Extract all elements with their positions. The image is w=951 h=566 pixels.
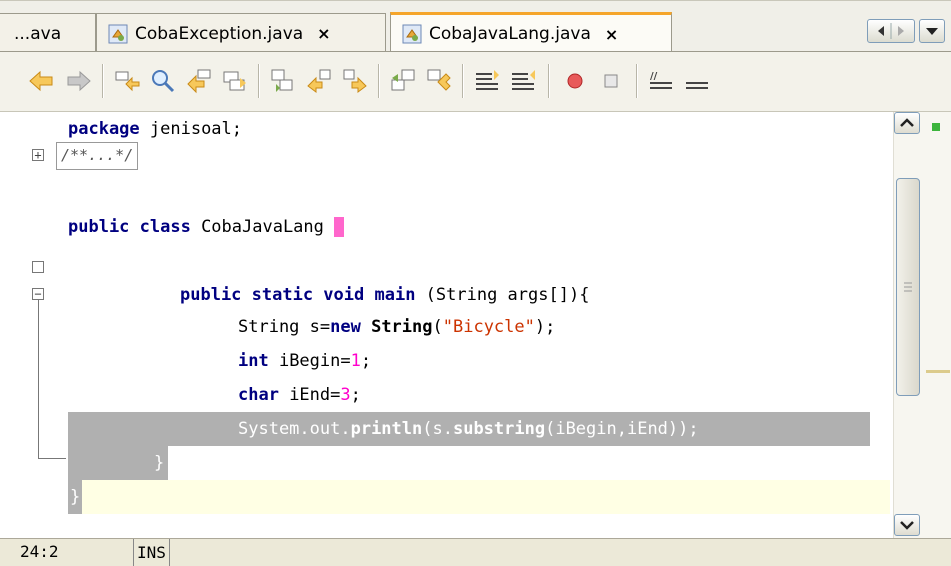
find-selection-icon[interactable] [112, 66, 142, 96]
stop-macro-icon[interactable] [508, 66, 538, 96]
close-tab-icon[interactable]: × [317, 24, 330, 43]
code-line-string-decl: String s=new String("Bicycle"); [238, 317, 556, 337]
find-next-icon[interactable] [220, 66, 250, 96]
close-tab-icon[interactable]: × [605, 25, 618, 44]
editor-toolbar: // [0, 52, 951, 112]
back-icon[interactable] [26, 66, 56, 96]
collapse-fold-icon[interactable]: − [32, 288, 44, 300]
fold-line-end [38, 458, 66, 459]
tab-cobaexception[interactable]: CobaException.java × [96, 13, 386, 53]
code-line-char-decl: char iEnd=3; [238, 385, 361, 405]
java-file-icon [107, 23, 129, 45]
tab-scroll-buttons[interactable] [867, 19, 915, 43]
code-line-main: public static void main (String args[]){ [180, 285, 590, 305]
expand-fold-icon[interactable] [32, 261, 44, 273]
code-editor[interactable]: package jenisoal; + /**...*/ public clas… [0, 112, 951, 538]
current-line-marker[interactable] [926, 370, 950, 373]
tab-label: CobaJavaLang.java [429, 24, 591, 44]
tab-cobajavalang[interactable]: CobaJavaLang.java × [390, 12, 672, 53]
scroll-down-button[interactable] [894, 514, 920, 536]
caret-position: 24:2 [20, 542, 59, 561]
start-macro-icon[interactable] [472, 66, 502, 96]
code-line-class: public class CobaJavaLang { [68, 217, 345, 237]
toggle-bookmark-icon[interactable] [304, 66, 334, 96]
tab-label: CobaException.java [135, 23, 304, 44]
selection-highlight [68, 446, 168, 480]
collapsed-comment[interactable]: /**...*/ [56, 142, 139, 170]
next-bookmark-icon[interactable] [388, 66, 418, 96]
comment-icon[interactable]: // [646, 66, 676, 96]
find-icon[interactable] [148, 66, 178, 96]
uncomment-icon[interactable] [682, 66, 712, 96]
java-file-icon [401, 23, 423, 45]
code-line-package: package jenisoal; [68, 119, 243, 139]
stop-icon[interactable] [596, 66, 626, 96]
expand-fold-icon[interactable]: + [32, 149, 44, 161]
scrollbar-thumb[interactable] [896, 178, 920, 396]
record-macro-icon[interactable] [560, 66, 590, 96]
toggle-highlight-icon[interactable] [268, 66, 298, 96]
status-bar: 24:2 INS [0, 538, 951, 566]
shift-left-icon[interactable] [424, 66, 454, 96]
code-line-println: System.out.println(s.substring(iBegin,iE… [238, 419, 699, 439]
ok-status-icon [932, 123, 940, 131]
insert-mode-indicator: INS [133, 539, 170, 566]
find-previous-icon[interactable] [184, 66, 214, 96]
previous-bookmark-icon[interactable] [340, 66, 370, 96]
line-gutter [0, 112, 30, 538]
code-line-close-class: } [70, 487, 81, 507]
tab-list-dropdown-button[interactable] [919, 19, 945, 43]
vertical-scrollbar[interactable] [893, 112, 922, 538]
code-line-close-method: } [154, 453, 165, 473]
tab-truncated[interactable]: ...ava [0, 13, 96, 53]
error-stripe [922, 112, 951, 538]
code-line-int-decl: int iBegin=1; [238, 351, 372, 371]
forward-icon[interactable] [64, 66, 94, 96]
svg-text://: // [650, 71, 658, 82]
editor-tab-bar: ...ava CobaException.java × CobaJavaLang… [0, 0, 951, 53]
tab-label: ...ava [14, 23, 62, 44]
fold-line [38, 300, 39, 458]
current-line-highlight [68, 480, 890, 514]
scroll-up-button[interactable] [894, 112, 920, 134]
